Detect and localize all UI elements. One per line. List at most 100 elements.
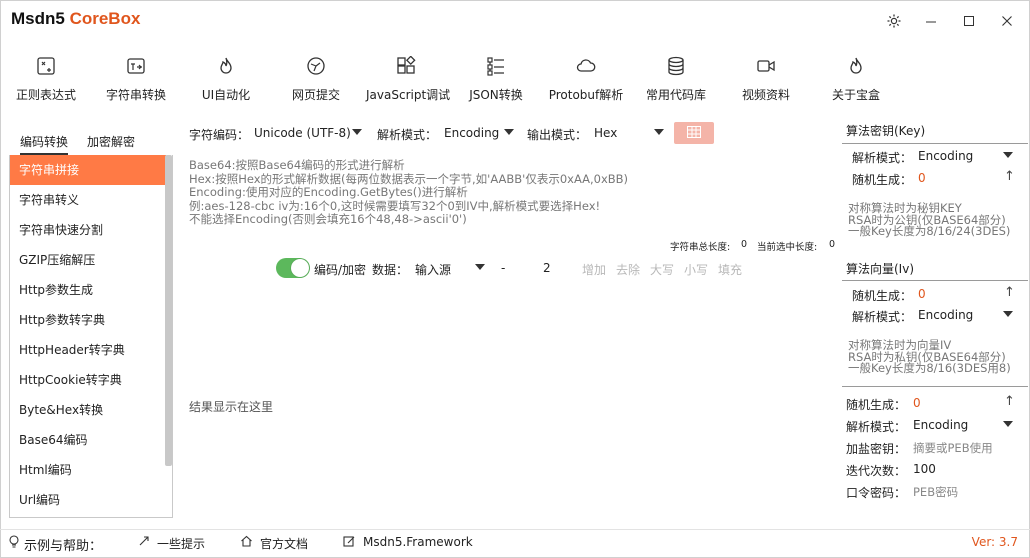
arrow-up-icon[interactable]: ↑ bbox=[1004, 285, 1015, 300]
tool-about[interactable]: 关于宝盒 bbox=[816, 56, 896, 104]
lowercase-button[interactable]: 小写 bbox=[684, 261, 708, 278]
remove-button[interactable]: 去除 bbox=[616, 261, 640, 278]
data-source-select[interactable]: 输入源 bbox=[415, 261, 451, 278]
sidebar-item-string-concat[interactable]: 字符串拼接 bbox=[10, 155, 166, 185]
sidebar-item-html[interactable]: Html编码 bbox=[10, 455, 166, 485]
iv-random-value[interactable]: 0 bbox=[918, 287, 926, 301]
tab-crypto[interactable]: 加密解密 bbox=[87, 133, 135, 153]
tool-label: JSON转换 bbox=[469, 88, 523, 102]
grid-button[interactable] bbox=[674, 122, 714, 144]
tool-label: Protobuf解析 bbox=[548, 88, 624, 102]
footer-divider bbox=[0, 529, 1030, 530]
divider bbox=[842, 386, 1028, 387]
result-output[interactable]: 结果显示在这里 bbox=[189, 398, 273, 415]
version-label: Ver: 3.7 bbox=[971, 535, 1018, 549]
key-parse-select[interactable]: Encoding bbox=[918, 149, 973, 163]
iv-parse-select[interactable]: Encoding bbox=[918, 308, 973, 322]
key-random-value[interactable]: 0 bbox=[918, 171, 926, 185]
tool-label: 字符串转换 bbox=[105, 88, 166, 102]
salt-key-label: 加盐密钥： bbox=[846, 442, 907, 456]
password-input[interactable]: PEB密码 bbox=[913, 484, 958, 500]
chevron-down-icon[interactable] bbox=[475, 264, 485, 270]
salt-random-value[interactable]: 0 bbox=[913, 396, 921, 410]
tool-video[interactable]: 视频资料 bbox=[726, 56, 806, 104]
tool-string-convert[interactable]: 字符串转换 bbox=[96, 56, 176, 104]
flame-icon bbox=[215, 56, 237, 78]
sidebar-item-http-params[interactable]: Http参数生成 bbox=[10, 275, 166, 305]
hint-line: Encoding:使用对应的Encoding.GetBytes()进行解析 bbox=[189, 185, 468, 199]
arrow-up-icon[interactable]: ↑ bbox=[1004, 394, 1015, 409]
tool-protobuf[interactable]: Protobuf解析 bbox=[546, 56, 626, 104]
parse-mode-select[interactable]: Encoding bbox=[444, 126, 499, 140]
charset-label: 字符编码： bbox=[189, 128, 250, 142]
tool-label: 视频资料 bbox=[741, 88, 790, 102]
blocks-icon bbox=[395, 55, 417, 78]
chevron-down-icon[interactable] bbox=[1003, 152, 1013, 158]
sidebar-item-http-header-dict[interactable]: HttpHeader转字典 bbox=[10, 335, 166, 365]
web-submit-icon bbox=[305, 56, 327, 78]
total-length-label: 字符串总长度: bbox=[670, 242, 731, 253]
note-line: 一般Key长度为8/16/24(3DES) bbox=[848, 224, 1011, 238]
sidebar-item-http-params-dict[interactable]: Http参数转字典 bbox=[10, 305, 166, 335]
charset-select[interactable]: Unicode (UTF-8) bbox=[254, 126, 351, 140]
iteration-input[interactable]: 100 bbox=[913, 462, 936, 476]
iv-random-label: 随机生成： bbox=[852, 289, 913, 303]
key-parse-label: 解析模式： bbox=[852, 151, 913, 165]
regex-icon bbox=[35, 56, 57, 78]
salt-parse-select[interactable]: Encoding bbox=[913, 418, 968, 432]
app-title-main: Msdn5 bbox=[11, 9, 65, 28]
chevron-down-icon[interactable] bbox=[1003, 311, 1013, 317]
add-button[interactable]: 增加 bbox=[582, 261, 606, 278]
sidebar-item-string-escape[interactable]: 字符串转义 bbox=[10, 185, 166, 215]
tool-label: JavaScript调试 bbox=[366, 88, 451, 102]
tool-javascript[interactable]: JavaScript调试 bbox=[366, 55, 451, 104]
output-mode-select[interactable]: Hex bbox=[594, 126, 617, 140]
maximize-button[interactable] bbox=[955, 8, 983, 34]
arrow-up-icon[interactable]: ↑ bbox=[1004, 169, 1015, 184]
parse-mode-label: 解析模式： bbox=[377, 128, 438, 142]
salt-key-input[interactable]: 摘要或PEB使用 bbox=[913, 440, 993, 456]
grid-icon bbox=[687, 125, 701, 141]
tool-json[interactable]: JSON转换 bbox=[456, 56, 536, 104]
footer-link-tips[interactable]: 一些提示 bbox=[157, 535, 205, 552]
string-convert-icon bbox=[125, 56, 147, 78]
chevron-down-icon[interactable] bbox=[352, 129, 362, 135]
output-mode-label: 输出模式： bbox=[527, 128, 588, 142]
salt-parse-label: 解析模式： bbox=[846, 420, 907, 434]
sidebar-scrollbar[interactable] bbox=[165, 155, 172, 466]
close-button[interactable] bbox=[993, 8, 1021, 34]
footer-link-docs[interactable]: 官方文档 bbox=[260, 535, 308, 552]
salt-random-label: 随机生成： bbox=[846, 398, 907, 412]
tool-label: UI自动化 bbox=[201, 88, 251, 102]
chevron-down-icon[interactable] bbox=[1003, 421, 1013, 427]
key-notes: 对称算法时为秘钥KEY RSA时为公钥(仅BASE64部分) 一般Key长度为8… bbox=[848, 202, 1011, 238]
tool-regex[interactable]: 正则表达式 bbox=[6, 56, 86, 104]
iv-notes: 对称算法时为向量IV RSA时为私钥(仅BASE64部分) 一般Key长度为8/… bbox=[848, 339, 1011, 375]
sidebar-item-base64[interactable]: Base64编码 bbox=[10, 425, 166, 455]
chevron-down-icon[interactable] bbox=[504, 129, 514, 135]
tool-ui-automation[interactable]: UI自动化 bbox=[186, 56, 266, 104]
tool-code-library[interactable]: 常用代码库 bbox=[636, 56, 716, 104]
iteration-label: 迭代次数： bbox=[846, 464, 907, 478]
fill-button[interactable]: 填充 bbox=[718, 261, 742, 278]
sidebar-item-gzip[interactable]: GZIP压缩解压 bbox=[10, 245, 166, 275]
tool-web-submit[interactable]: 网页提交 bbox=[276, 56, 356, 104]
chevron-down-icon[interactable] bbox=[654, 129, 664, 135]
count-value[interactable]: 2 bbox=[543, 261, 551, 275]
tool-label: 关于宝盒 bbox=[831, 88, 880, 102]
tab-encoding[interactable]: 编码转换 bbox=[20, 133, 69, 155]
sidebar-list: 字符串拼接 字符串转义 字符串快速分割 GZIP压缩解压 Http参数生成 Ht… bbox=[9, 155, 173, 518]
hint-line: Base64:按照Base64编码的形式进行解析 bbox=[189, 158, 405, 172]
sidebar-item-http-cookie-dict[interactable]: HttpCookie转字典 bbox=[10, 365, 166, 395]
lightbulb-icon bbox=[8, 535, 20, 551]
sidebar-item-string-split[interactable]: 字符串快速分割 bbox=[10, 215, 166, 245]
toggle-knob bbox=[291, 259, 309, 277]
settings-gear-icon[interactable] bbox=[880, 8, 908, 34]
uppercase-button[interactable]: 大写 bbox=[650, 261, 674, 278]
json-tree-icon bbox=[485, 56, 507, 78]
footer-link-framework[interactable]: Msdn5.Framework bbox=[363, 535, 473, 549]
minimize-button[interactable] bbox=[917, 8, 945, 34]
encode-encrypt-toggle[interactable] bbox=[276, 258, 310, 278]
sidebar-item-byte-hex[interactable]: Byte&Hex转换 bbox=[10, 395, 166, 425]
sidebar-item-url[interactable]: Url编码 bbox=[10, 485, 166, 515]
